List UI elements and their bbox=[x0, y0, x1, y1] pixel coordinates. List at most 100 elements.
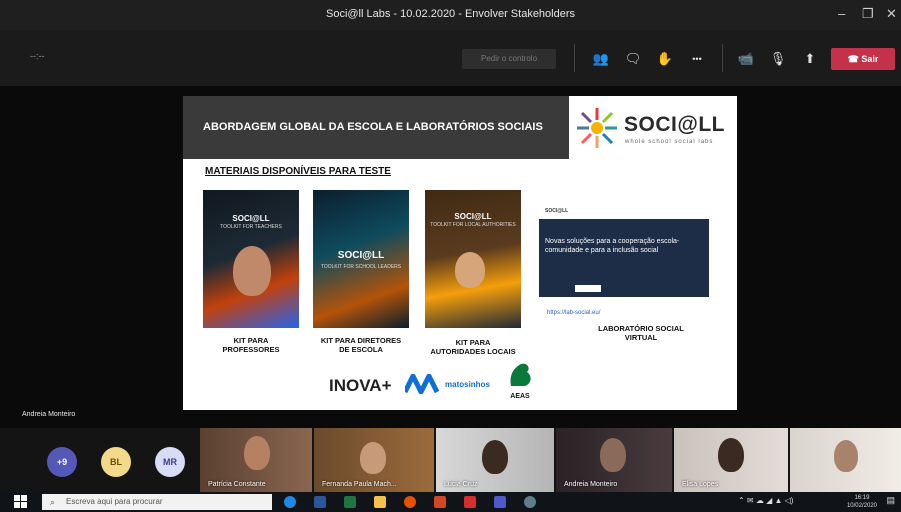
sociall-logo: SOCI@LL whole school social labs bbox=[569, 96, 737, 159]
leave-button-label: Sair bbox=[861, 54, 879, 64]
camera-icon[interactable]: 📹 bbox=[735, 49, 757, 69]
participant-video-tile[interactable] bbox=[790, 428, 901, 492]
search-icon: ⌕ bbox=[50, 497, 56, 507]
local-authorities-kit-label: KIT PARA AUTORIDADES LOCAIS bbox=[421, 338, 525, 356]
window-titlebar: Soci@ll Labs - 10.02.2020 - Envolver Sta… bbox=[0, 0, 901, 30]
teams-icon[interactable] bbox=[494, 496, 506, 508]
leave-button[interactable]: ☎ Sair bbox=[831, 48, 895, 70]
taskbar-clock[interactable]: 16:19 10/02/2020 bbox=[847, 494, 877, 510]
matosinhos-logo-text: matosinhos bbox=[445, 380, 490, 389]
aeas-logo: AEAS bbox=[505, 362, 535, 400]
participant-roster: +9 BL MR Patrícia Constante Fernanda Pau… bbox=[0, 428, 901, 492]
cover-child-image bbox=[455, 252, 485, 288]
more-options-icon[interactable]: ••• bbox=[686, 49, 708, 69]
cover-title: SOCI@LL bbox=[337, 250, 385, 261]
website-hero-text: Novas soluções para a cooperação escola-… bbox=[545, 238, 680, 254]
school-leaders-kit-cover: SOCI@LL TOOLKIT FOR SCHOOL LEADERS bbox=[313, 190, 409, 328]
phone-hangup-icon: ☎ bbox=[847, 54, 862, 64]
teachers-kit-cover: SOCI@LL TOOLKIT FOR TEACHERS bbox=[203, 190, 299, 328]
kit-label-line: DE ESCOLA bbox=[339, 345, 383, 354]
minimize-button[interactable]: – bbox=[838, 6, 845, 21]
window-title: Soci@ll Labs - 10.02.2020 - Envolver Sta… bbox=[325, 8, 576, 20]
request-control-button[interactable]: Pedir o controlo bbox=[462, 49, 556, 69]
participant-avatar[interactable]: MR bbox=[155, 447, 185, 477]
more-participants-bubble[interactable]: +9 bbox=[47, 447, 77, 477]
local-authorities-kit-cover: SOCI@LL TOOLKIT FOR LOCAL AUTHORITIES bbox=[425, 190, 521, 328]
cover-subtitle: TOOLKIT FOR TEACHERS bbox=[220, 224, 282, 230]
participant-video bbox=[600, 438, 626, 472]
matosinhos-mark-icon bbox=[402, 373, 440, 395]
participant-video bbox=[718, 438, 744, 472]
raise-hand-icon[interactable]: ✋ bbox=[654, 49, 676, 69]
sociall-sun-icon bbox=[577, 108, 617, 148]
system-tray-icons[interactable]: ⌃ ✉ ☁ ◢ ▲ ◁) bbox=[738, 496, 793, 505]
shared-screen-stage: ABORDAGEM GLOBAL DA ESCOLA E LABORATÓRIO… bbox=[0, 86, 901, 428]
kit-label-line: KIT PARA bbox=[233, 336, 269, 345]
participant-video-tile[interactable]: Lúcia Cruz bbox=[436, 428, 554, 492]
participant-video-tile[interactable]: Elisa Lopes bbox=[674, 428, 788, 492]
slide-header-title: ABORDAGEM GLOBAL DA ESCOLA E LABORATÓRIO… bbox=[203, 121, 543, 133]
edge-icon[interactable] bbox=[284, 496, 296, 508]
participant-video-tile[interactable]: Fernanda Paula Mach... bbox=[314, 428, 434, 492]
cover-title: SOCI@LL bbox=[232, 214, 270, 223]
website-navbar: SOCI@LL bbox=[539, 205, 709, 219]
chrome-icon[interactable] bbox=[404, 496, 416, 508]
aeas-logo-text: AEAS bbox=[510, 393, 530, 400]
participant-name: Lúcia Cruz bbox=[444, 481, 478, 488]
lab-label-line: LABORATÓRIO SOCIAL bbox=[598, 324, 684, 333]
excel-icon[interactable] bbox=[344, 496, 356, 508]
participant-video-tile[interactable]: Andreia Monteiro bbox=[556, 428, 672, 492]
cover-face-image bbox=[233, 246, 271, 296]
section-title: MATERIAIS DISPONÍVEIS PARA TESTE bbox=[205, 166, 391, 177]
participant-name: Elisa Lopes bbox=[682, 481, 719, 488]
presentation-slide: ABORDAGEM GLOBAL DA ESCOLA E LABORATÓRIO… bbox=[183, 96, 737, 410]
taskbar-search-box[interactable]: ⌕ Escreva aqui para procurar bbox=[42, 494, 272, 510]
website-logo: SOCI@LL bbox=[545, 208, 569, 214]
toolbar-divider bbox=[722, 44, 723, 72]
meeting-toolbar: --:-- Pedir o controlo 👥 🗨 ✋ ••• 📹 🎙 ⬆ ☎… bbox=[0, 30, 901, 86]
maximize-button[interactable]: ❐ bbox=[862, 6, 874, 22]
acrobat-icon[interactable] bbox=[464, 496, 476, 508]
participant-video bbox=[244, 436, 270, 470]
participant-video bbox=[360, 442, 386, 474]
lab-label-line: VIRTUAL bbox=[624, 333, 658, 342]
powerpoint-icon[interactable] bbox=[434, 496, 446, 508]
windows-start-icon[interactable] bbox=[14, 495, 28, 509]
file-explorer-icon[interactable] bbox=[374, 496, 386, 508]
participant-name: Andreia Monteiro bbox=[564, 481, 618, 488]
virtual-lab-url: https://lab-social.eu/ bbox=[547, 310, 601, 316]
clock-date: 10/02/2020 bbox=[846, 503, 877, 509]
kit-label-line: KIT PARA bbox=[455, 338, 491, 347]
participant-name: Patrícia Constante bbox=[208, 481, 266, 488]
cover-subtitle: TOOLKIT FOR SCHOOL LEADERS bbox=[320, 264, 402, 270]
slide-header-bar: ABORDAGEM GLOBAL DA ESCOLA E LABORATÓRIO… bbox=[183, 96, 569, 159]
chat-icon[interactable]: 🗨 bbox=[622, 49, 644, 69]
school-leaders-kit-label: KIT PARA DIRETORES DE ESCOLA bbox=[307, 336, 415, 354]
share-screen-icon[interactable]: ⬆ bbox=[799, 49, 821, 69]
participant-video bbox=[834, 440, 858, 472]
close-button[interactable]: ✕ bbox=[886, 6, 897, 22]
inova-logo: INOVA+ bbox=[329, 376, 392, 395]
participant-video-tile[interactable]: Patrícia Constante bbox=[200, 428, 312, 492]
teachers-kit-label: KIT PARA PROFESSORES bbox=[203, 336, 299, 354]
aeas-horse-icon bbox=[510, 363, 531, 386]
participant-video bbox=[482, 440, 508, 474]
clock-time: 16:19 bbox=[854, 495, 870, 501]
word-icon[interactable] bbox=[314, 496, 326, 508]
notifications-icon[interactable]: ▤ bbox=[886, 495, 895, 506]
matosinhos-logo: matosinhos bbox=[402, 373, 490, 399]
website-hero-button bbox=[575, 285, 601, 292]
kit-label-line: PROFESSORES bbox=[222, 345, 280, 354]
participant-avatar[interactable]: BL bbox=[101, 447, 131, 477]
cover-title: SOCI@LL bbox=[454, 212, 492, 221]
sociall-logo-subtitle: whole school social labs bbox=[625, 139, 714, 145]
windows-taskbar: ⌕ Escreva aqui para procurar ⌃ ✉ ☁ ◢ ▲ ◁… bbox=[0, 492, 901, 512]
participants-icon[interactable]: 👥 bbox=[590, 49, 612, 69]
microphone-off-icon[interactable]: 🎙 bbox=[767, 49, 789, 69]
kit-label-line: AUTORIDADES LOCAIS bbox=[430, 347, 516, 356]
toolbar-divider bbox=[574, 44, 575, 72]
kit-label-line: KIT PARA DIRETORES bbox=[320, 336, 402, 345]
app-icon[interactable] bbox=[524, 496, 536, 508]
participant-name: Fernanda Paula Mach... bbox=[322, 481, 397, 488]
search-placeholder: Escreva aqui para procurar bbox=[66, 497, 163, 506]
